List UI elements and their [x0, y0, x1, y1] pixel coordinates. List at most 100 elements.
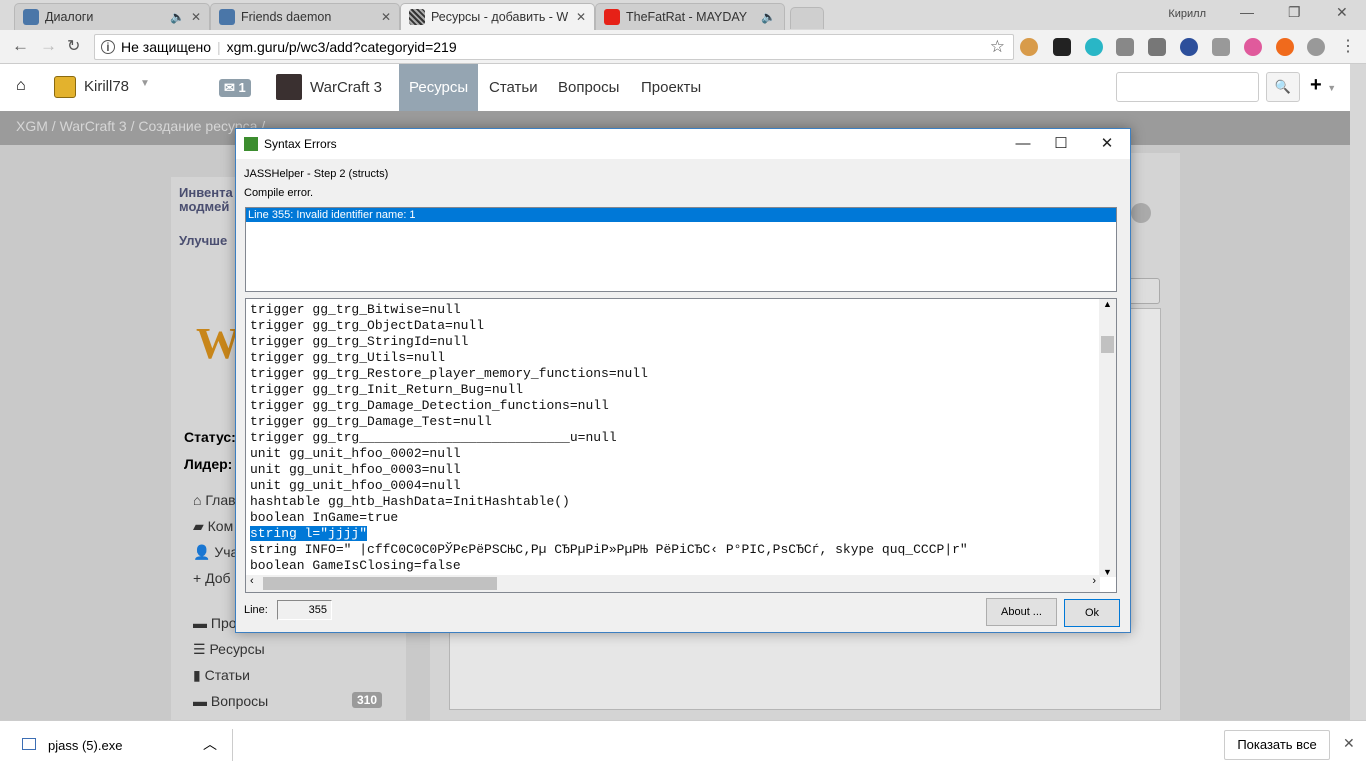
- cookie-extension-icon[interactable]: [1020, 38, 1038, 56]
- nav-articles[interactable]: Статьи: [479, 64, 548, 111]
- code-line: trigger gg_trg_Restore_player_memory_fun…: [250, 366, 648, 381]
- code-line: hashtable gg_htb_HashData=InitHashtable(…: [250, 494, 570, 509]
- chrome-extension-icon[interactable]: [1244, 38, 1262, 56]
- new-tab-button[interactable]: [790, 7, 824, 29]
- close-window-button[interactable]: ✕: [1336, 4, 1348, 21]
- maximize-button[interactable]: ☐: [1038, 129, 1084, 159]
- syntax-errors-dialog: Syntax Errors — ☐ ✕ JASSHelper - Step 2 …: [235, 128, 1131, 633]
- restore-button[interactable]: ❐: [1288, 4, 1301, 21]
- url-input[interactable]: i Не защищено | xgm.guru/p/wc3/add?categ…: [94, 34, 1014, 60]
- gear-extension-icon[interactable]: [1085, 38, 1103, 56]
- code-line: string INFO=" |cffC0C0C0PЎPєPёPSCЊC‚Pµ C…: [250, 542, 968, 557]
- tc-icon[interactable]: [1212, 38, 1230, 56]
- dialog-title: Syntax Errors: [264, 137, 337, 151]
- dialog-titlebar[interactable]: Syntax Errors — ☐ ✕: [236, 129, 1130, 159]
- mail-badge[interactable]: ✉ 1: [219, 79, 251, 97]
- search-button[interactable]: 🔍: [1266, 72, 1300, 102]
- link-questions[interactable]: ▬ Вопросы: [193, 693, 268, 709]
- left-item[interactable]: Инвента: [179, 186, 233, 200]
- link-label: Статьи: [204, 667, 250, 683]
- chevron-up-icon[interactable]: ︿: [203, 734, 217, 754]
- site-nav: ⌂ Kirill78 ▼ ✉ 1 WarCraft 3 Ресурсы Стат…: [0, 64, 1350, 111]
- code-line: trigger gg_trg_Damage_Detection_function…: [250, 398, 609, 413]
- code-line: boolean InGame=true: [250, 510, 399, 525]
- tab-friends-daemon[interactable]: Friends daemon ✕: [210, 3, 400, 30]
- ok-button[interactable]: Ok: [1064, 599, 1120, 627]
- nav-resources[interactable]: Ресурсы: [399, 64, 479, 111]
- nav-projects[interactable]: Проекты: [631, 64, 711, 111]
- tab-youtube[interactable]: TheFatRat - MAYDAY 🔈: [595, 3, 785, 30]
- tab-resources-add[interactable]: Ресурсы - добавить - W ✕: [400, 3, 595, 30]
- left-item[interactable]: Улучше: [179, 233, 227, 248]
- code-line: trigger gg_trg_Damage_Test=null: [250, 414, 492, 429]
- code-line: string l="jjjj": [250, 526, 368, 541]
- close-icon[interactable]: ✕: [576, 10, 586, 24]
- vertical-scrollbar[interactable]: ▲ ▼: [1099, 299, 1116, 577]
- link-projects[interactable]: ▬ Про: [193, 615, 237, 631]
- site-search-input[interactable]: [1116, 72, 1259, 102]
- close-icon[interactable]: ✕: [191, 10, 201, 24]
- code-line: trigger gg_trg_Bitwise=null: [250, 302, 461, 317]
- add-menu-button[interactable]: + ▼: [1310, 74, 1336, 97]
- menu-icon[interactable]: ⋮: [1340, 36, 1356, 56]
- camera-icon[interactable]: [1116, 38, 1134, 56]
- download-item[interactable]: pjass (5).exe: [48, 738, 122, 753]
- code-lines: trigger gg_trg_Bitwise=null trigger gg_tr…: [250, 302, 968, 574]
- code-line: unit gg_unit_hfoo_0004=null: [250, 478, 461, 493]
- jb-icon[interactable]: [1148, 38, 1166, 56]
- link-resources[interactable]: ☰ Ресурсы: [193, 641, 265, 658]
- code-line: trigger gg_trg_ObjectData=null: [250, 318, 485, 333]
- link-extension-icon[interactable]: [1180, 38, 1198, 56]
- code-line: trigger gg_trg_StringId=null: [250, 334, 469, 349]
- code-line: trigger gg_trg_Utils=null: [250, 350, 446, 365]
- line-label: Line:: [244, 604, 268, 616]
- mail-count: 1: [238, 80, 246, 95]
- link-label: Доб: [205, 570, 231, 586]
- link-comments[interactable]: ▰ Ком: [193, 518, 233, 535]
- error-list[interactable]: Line 355: Invalid identifier name: 1: [245, 207, 1117, 292]
- about-button[interactable]: About ...: [986, 598, 1057, 626]
- back-icon[interactable]: ←: [12, 36, 29, 56]
- info-icon[interactable]: i: [101, 40, 115, 54]
- home-icon[interactable]: ⌂: [16, 77, 26, 95]
- crumb-xgm[interactable]: XGM: [16, 118, 48, 134]
- globe-extension-icon[interactable]: [1307, 38, 1325, 56]
- link-add[interactable]: + Доб: [193, 570, 231, 586]
- youtube-icon: [604, 9, 620, 25]
- close-icon[interactable]: ✕: [381, 10, 391, 24]
- crumb-wc3[interactable]: WarCraft 3: [60, 118, 127, 134]
- code-line: trigger gg_trg__________________________…: [250, 430, 617, 445]
- questions-count-badge: 310: [352, 692, 383, 708]
- search-button[interactable]: [1128, 278, 1160, 304]
- close-icon[interactable]: ✕: [1343, 735, 1355, 752]
- project-icon: [276, 74, 302, 100]
- star-icon[interactable]: ☆: [990, 37, 1005, 57]
- error-item[interactable]: Line 355: Invalid identifier name: 1: [246, 208, 1116, 222]
- close-button[interactable]: ✕: [1084, 129, 1130, 159]
- horizontal-scrollbar[interactable]: ‹ ›: [246, 575, 1100, 592]
- tampermonkey-icon[interactable]: [1053, 38, 1071, 56]
- show-all-button[interactable]: Показать все: [1224, 730, 1330, 760]
- tab-dialogs[interactable]: Диалоги 🔈 ✕: [14, 3, 210, 30]
- link-articles[interactable]: ▮ Статьи: [193, 667, 250, 684]
- download-bar: pjass (5).exe ︿ Показать все ✕: [0, 720, 1366, 768]
- site-icon: [409, 9, 425, 25]
- link-label: Глав: [205, 492, 236, 508]
- link-home[interactable]: ⌂ Глав: [193, 492, 236, 508]
- caret-down-icon[interactable]: ▼: [140, 78, 150, 89]
- reload-icon[interactable]: ↻: [67, 36, 80, 56]
- ublock-icon[interactable]: [1276, 38, 1294, 56]
- nav-project[interactable]: WarCraft 3: [300, 64, 392, 111]
- page-scrollbar[interactable]: [1350, 64, 1366, 720]
- avatar[interactable]: [54, 76, 76, 98]
- left-item[interactable]: модмей: [179, 200, 233, 214]
- minimize-button[interactable]: —: [1240, 4, 1254, 20]
- forward-icon[interactable]: →: [40, 36, 57, 56]
- code-line: boolean GameIsClosing=false: [250, 558, 461, 573]
- username[interactable]: Kirill78: [84, 78, 129, 95]
- info-icon[interactable]: [1131, 203, 1151, 223]
- nav-questions[interactable]: Вопросы: [548, 64, 629, 111]
- code-line: trigger gg_trg_Init_Return_Bug=null: [250, 382, 524, 397]
- profile-name[interactable]: Кирилл: [1168, 8, 1206, 20]
- code-view[interactable]: trigger gg_trg_Bitwise=null trigger gg_tr…: [245, 298, 1117, 593]
